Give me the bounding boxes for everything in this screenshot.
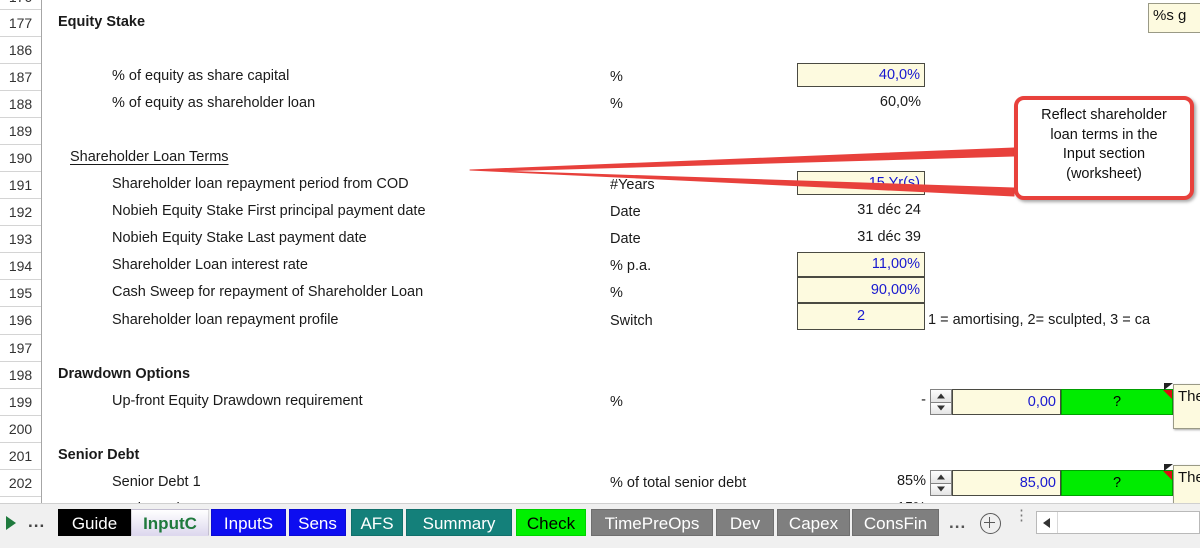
spinner-up-arrow-icon[interactable] bbox=[931, 471, 951, 483]
row-header-190[interactable]: 190 bbox=[0, 145, 41, 172]
sheet-tab-sens[interactable]: Sens bbox=[289, 509, 346, 536]
sheet-tab-consfin[interactable]: ConsFin bbox=[852, 509, 939, 536]
value-shareholder-loan-pct[interactable]: 60,0% bbox=[797, 94, 921, 110]
next-sheet-arrow-icon[interactable] bbox=[6, 516, 16, 530]
horizontal-scrollbar[interactable] bbox=[1036, 511, 1200, 534]
callout-line-3: Input section bbox=[1062, 146, 1146, 162]
sheet-tab-inputc[interactable]: InputC bbox=[131, 509, 209, 536]
spinner-senior-debt-1[interactable] bbox=[930, 470, 952, 496]
check-cell-202-text: ? bbox=[1112, 475, 1122, 491]
input-cash-sweep[interactable]: 90,00% bbox=[797, 277, 925, 303]
row-header-197[interactable]: 197 bbox=[0, 335, 41, 362]
row-header-193[interactable]: 193 bbox=[0, 226, 41, 253]
worksheet-grid[interactable]: 176 177 186 187 188 189 190 191 192 193 … bbox=[0, 0, 1200, 504]
value-prefix-202: 85% bbox=[896, 473, 926, 489]
sheet-tab-timepreops[interactable]: TimePreOps bbox=[591, 509, 713, 536]
input-sh-loan-interest-rate[interactable]: 11,00% bbox=[797, 252, 925, 277]
callout-line-4: (worksheet) bbox=[1066, 165, 1142, 182]
excel-window: 176 177 186 187 188 189 190 191 192 193 … bbox=[0, 0, 1200, 548]
sheet-tab-summary[interactable]: Summary bbox=[406, 509, 512, 536]
check-cell-202[interactable]: ? bbox=[1061, 470, 1173, 496]
sheet-options-vertical-dots-icon[interactable]: ⋮ bbox=[1014, 508, 1029, 523]
row-header-196[interactable]: 196 bbox=[0, 307, 41, 335]
add-sheet-plus-circle-icon[interactable] bbox=[980, 513, 1001, 534]
comment-indicator-icon[interactable] bbox=[1163, 471, 1172, 480]
cell-unit-202[interactable]: % of total senior debt bbox=[610, 474, 746, 492]
cell-label-shareholder-loan-terms[interactable]: Shareholder Loan Terms bbox=[70, 148, 229, 166]
cell-label-cash-sweep[interactable]: Cash Sweep for repayment of Shareholder … bbox=[112, 283, 423, 301]
row-header-192[interactable]: 192 bbox=[0, 199, 41, 226]
cell-label-last-payment-date[interactable]: Nobieh Equity Stake Last payment date bbox=[112, 229, 367, 247]
input-repayment-profile[interactable]: 2 bbox=[797, 303, 925, 330]
callout-box-shareholder-loan: Reflect shareholder loan terms in the In… bbox=[1014, 96, 1194, 200]
sheet-tab-bar[interactable]: ... Guide InputC InputS Sens AFS Summary… bbox=[0, 503, 1200, 548]
sheet-tabs-ellipsis-right[interactable]: ... bbox=[949, 513, 966, 533]
input-senior-debt-1[interactable]: 85,00 bbox=[952, 470, 1061, 496]
spinner-down-arrow-icon[interactable] bbox=[931, 401, 951, 414]
tooltip-tail-199 bbox=[1164, 383, 1173, 390]
cell-label-shareholder-loan-pct[interactable]: % of equity as shareholder loan bbox=[112, 94, 315, 112]
sheet-tab-guide[interactable]: Guide bbox=[58, 509, 131, 536]
value-prefix-199: - bbox=[921, 392, 926, 408]
cell-label-equity-stake[interactable]: Equity Stake bbox=[58, 13, 145, 31]
sheet-tab-capex[interactable]: Capex bbox=[777, 509, 850, 536]
check-cell-199[interactable]: ? bbox=[1061, 389, 1173, 415]
row-header-194[interactable]: 194 bbox=[0, 253, 41, 280]
sheet-tab-afs[interactable]: AFS bbox=[351, 509, 403, 536]
sheet-tab-dev[interactable]: Dev bbox=[716, 509, 774, 536]
row-header-189[interactable]: 189 bbox=[0, 118, 41, 145]
spinner-down-arrow-icon[interactable] bbox=[931, 482, 951, 495]
row-header-191[interactable]: 191 bbox=[0, 172, 41, 199]
cell-note-repayment-profile-legend: 1 = amortising, 2= sculpted, 3 = ca bbox=[928, 312, 1151, 328]
cell-label-share-capital-pct[interactable]: % of equity as share capital bbox=[112, 67, 289, 85]
row-header-176[interactable]: 176 bbox=[0, 0, 41, 10]
row-header-198[interactable]: 198 bbox=[0, 362, 41, 389]
callout-line-1: Reflect shareholder bbox=[1041, 107, 1167, 123]
spinner-upfront-equity-drawdown[interactable] bbox=[930, 389, 952, 415]
row-header-195[interactable]: 195 bbox=[0, 280, 41, 307]
row-header-200[interactable]: 200 bbox=[0, 416, 41, 443]
scrollbar-track[interactable] bbox=[1058, 512, 1199, 533]
comment-tooltip-202: The bbox=[1173, 465, 1200, 504]
row-header-column[interactable]: 176 177 186 187 188 189 190 191 192 193 … bbox=[0, 0, 42, 504]
clipped-note-top-right: %s g bbox=[1148, 3, 1200, 33]
row-header-186[interactable]: 186 bbox=[0, 37, 41, 64]
cell-unit-199[interactable]: % bbox=[610, 393, 623, 411]
cell-label-upfront-equity-drawdown[interactable]: Up-front Equity Drawdown requirement bbox=[112, 392, 363, 410]
row-header-202[interactable]: 202 bbox=[0, 470, 41, 497]
cell-unit-194[interactable]: % p.a. bbox=[610, 257, 651, 275]
cell-unit-193[interactable]: Date bbox=[610, 230, 641, 248]
row-header-201[interactable]: 201 bbox=[0, 443, 41, 470]
cell-unit-188[interactable]: % bbox=[610, 95, 623, 113]
callout-line-2: loan terms in the bbox=[1050, 126, 1158, 143]
sheet-nav-ellipsis-left[interactable]: ... bbox=[28, 512, 45, 532]
cell-label-sh-loan-interest-rate[interactable]: Shareholder Loan interest rate bbox=[112, 256, 308, 274]
cell-label-first-principal-payment-date[interactable]: Nobieh Equity Stake First principal paym… bbox=[112, 202, 426, 220]
cell-unit-187[interactable]: % bbox=[610, 68, 623, 86]
comment-tooltip-199: The bbox=[1173, 384, 1200, 429]
row-header-188[interactable]: 188 bbox=[0, 91, 41, 118]
row-header-177[interactable]: 177 bbox=[0, 10, 41, 37]
sheet-cells[interactable]: Equity Stake % of equity as share capita… bbox=[42, 0, 1200, 504]
sheet-tab-check[interactable]: Check bbox=[516, 509, 586, 536]
cell-unit-196[interactable]: Switch bbox=[610, 312, 653, 330]
check-cell-199-text: ? bbox=[1112, 394, 1122, 410]
cell-label-repayment-profile[interactable]: Shareholder loan repayment profile bbox=[112, 311, 339, 329]
spinner-up-arrow-icon[interactable] bbox=[931, 390, 951, 402]
row-header-187[interactable]: 187 bbox=[0, 64, 41, 91]
input-share-capital-pct[interactable]: 40,0% bbox=[797, 63, 925, 87]
cell-label-senior-debt-1[interactable]: Senior Debt 1 bbox=[112, 473, 201, 491]
comment-indicator-icon[interactable] bbox=[1163, 390, 1172, 399]
row-header-199[interactable]: 199 bbox=[0, 389, 41, 416]
cell-label-repayment-period[interactable]: Shareholder loan repayment period from C… bbox=[112, 175, 409, 193]
sheet-tab-inputs[interactable]: InputS bbox=[211, 509, 286, 536]
callout-leader-arrow bbox=[469, 147, 1023, 197]
input-upfront-equity-drawdown[interactable]: 0,00 bbox=[952, 389, 1061, 415]
value-last-payment-date[interactable]: 31 déc 39 bbox=[797, 229, 921, 245]
scroll-left-arrow-icon[interactable] bbox=[1037, 512, 1058, 533]
cell-label-drawdown-options[interactable]: Drawdown Options bbox=[58, 365, 190, 383]
cell-unit-195[interactable]: % bbox=[610, 284, 623, 302]
tooltip-tail-202 bbox=[1164, 464, 1173, 471]
cell-label-senior-debt[interactable]: Senior Debt bbox=[58, 446, 139, 464]
